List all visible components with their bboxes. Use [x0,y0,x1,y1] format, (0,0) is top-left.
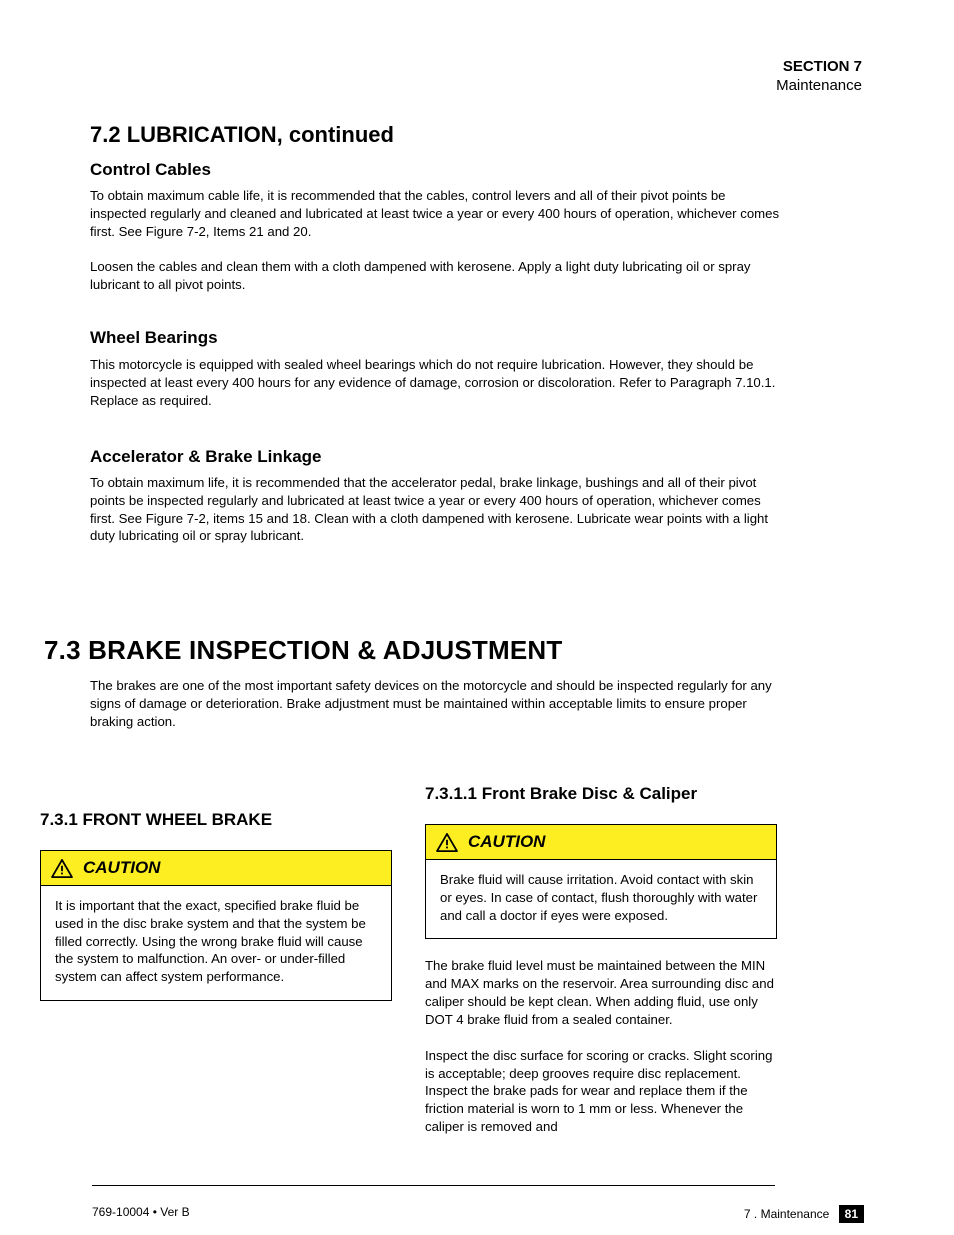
caution-label: CAUTION [468,832,545,852]
page-header: SECTION 7 Maintenance [776,58,862,96]
warning-triangle-icon [51,859,73,878]
right-col-p1: The brake fluid level must be maintained… [425,957,780,1028]
subhead-wheel-bearings: Wheel Bearings [90,328,218,348]
right-column: 7.3.1.1 Front Brake Disc & Caliper CAUTI… [425,784,780,1136]
caution-box-left: CAUTION It is important that the exact, … [40,850,392,1001]
footer-rule [92,1185,775,1186]
caution-body-left: It is important that the exact, specifie… [41,886,391,1000]
caution-header: CAUTION [426,825,776,860]
caution-header: CAUTION [41,851,391,886]
right-col-p2: Inspect the disc surface for scoring or … [425,1047,780,1136]
two-column-region: 7.3.1 FRONT WHEEL BRAKE CAUTION It is im… [40,784,780,1136]
left-column: 7.3.1 FRONT WHEEL BRAKE CAUTION It is im… [40,810,395,1001]
caution-label: CAUTION [83,858,160,878]
right-col-heading: 7.3.1.1 Front Brake Disc & Caliper [425,784,780,804]
subhead-control-cables: Control Cables [90,160,211,180]
page-number: 81 [839,1205,864,1223]
main-heading: 7.3 BRAKE INSPECTION & ADJUSTMENT [44,635,562,666]
footer-left: 769-10004 • Ver B [92,1205,190,1219]
section-label: SECTION 7 [776,58,862,77]
text-wheel-p1: This motorcycle is equipped with sealed … [90,356,790,409]
footer-right-label: 7 . Maintenance [744,1207,829,1221]
intro-text: The brakes are one of the most important… [90,677,780,730]
footer-right: 7 . Maintenance 81 [744,1205,864,1223]
text-throttle-p1: To obtain maximum life, it is recommende… [90,474,780,545]
subhead-throttle: Accelerator & Brake Linkage [90,447,322,467]
text-cables-p2: Loosen the cables and clean them with a … [90,258,770,294]
section-title: 7.2 LUBRICATION, continued [90,122,394,148]
section-subtitle: Maintenance [776,77,862,96]
caution-body-right: Brake fluid will cause irritation. Avoid… [426,860,776,938]
warning-triangle-icon [436,833,458,852]
text-cables-p1: To obtain maximum cable life, it is reco… [90,187,780,240]
left-col-heading: 7.3.1 FRONT WHEEL BRAKE [40,810,395,830]
caution-box-right: CAUTION Brake fluid will cause irritatio… [425,824,777,939]
